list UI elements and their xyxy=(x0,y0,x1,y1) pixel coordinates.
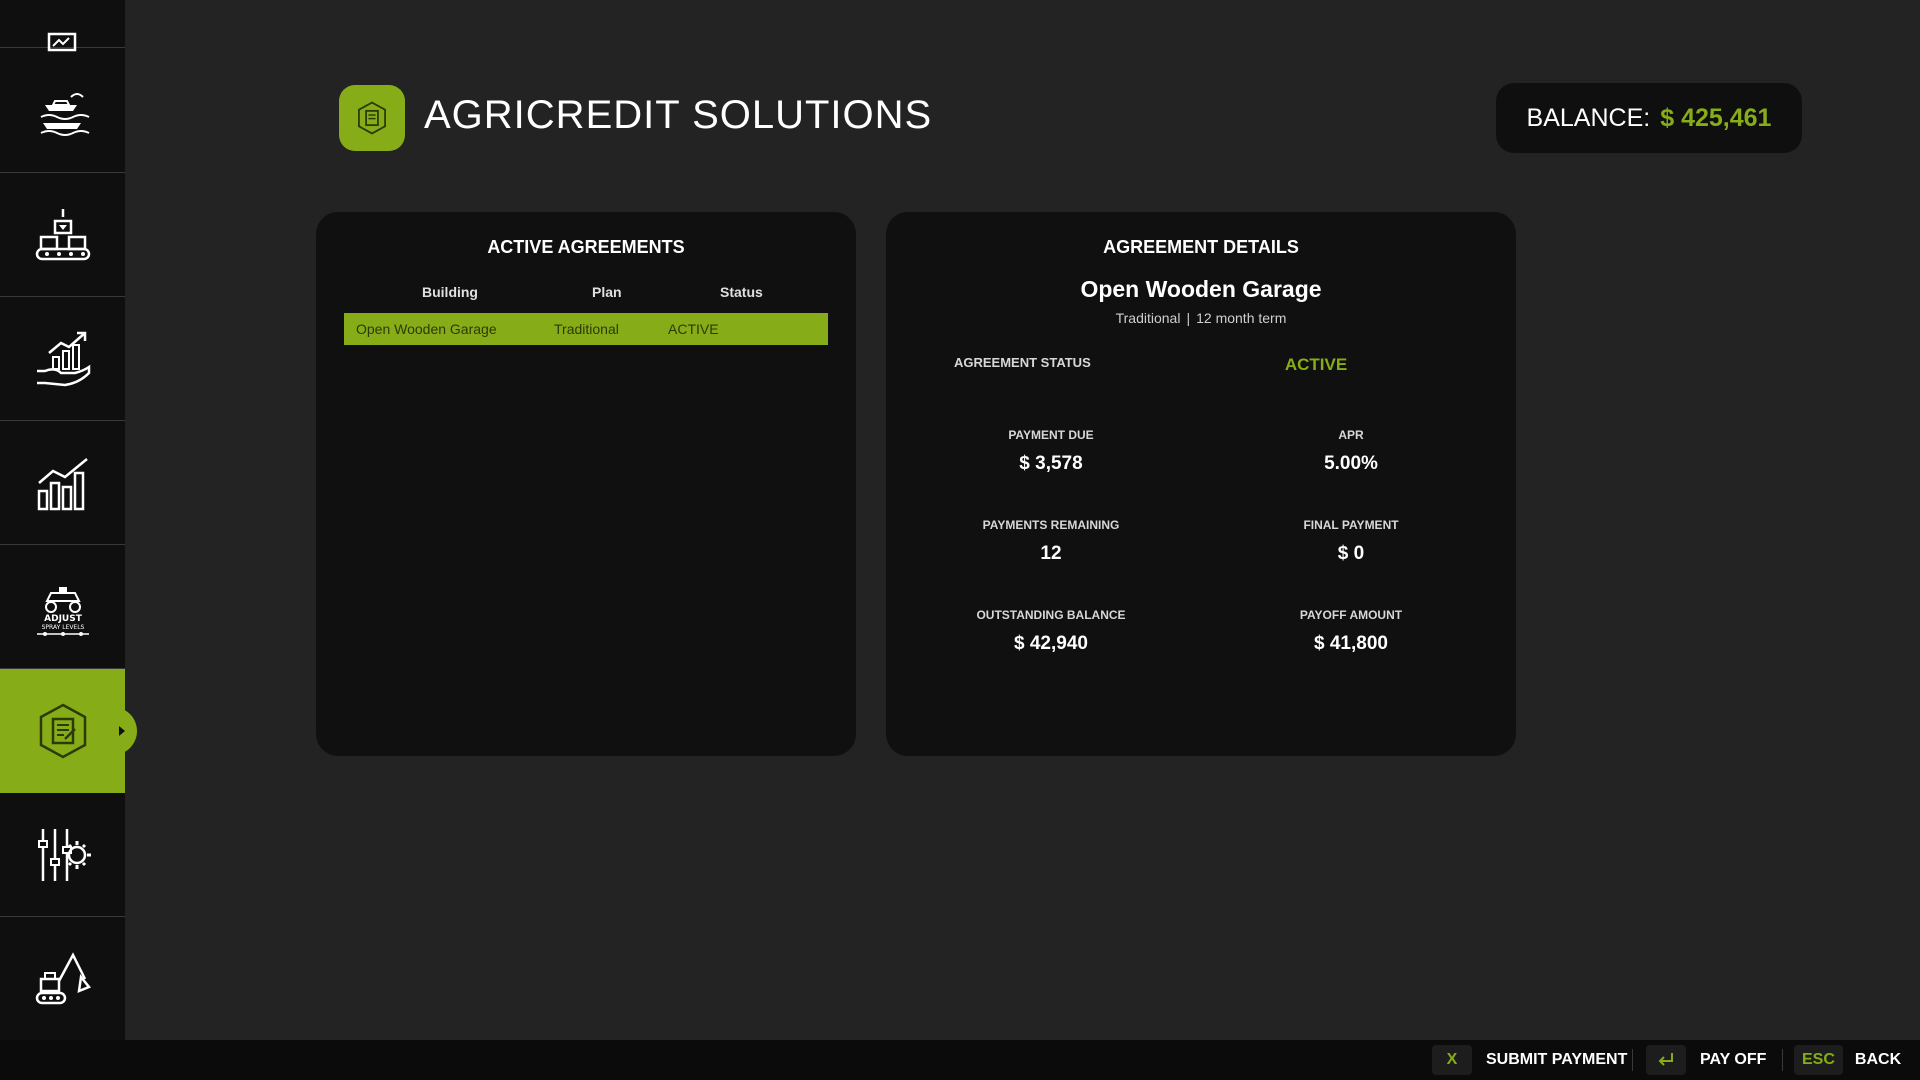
pay-off-key xyxy=(1646,1045,1686,1075)
agreement-logo-icon xyxy=(358,101,386,135)
column-header-building: Building xyxy=(422,284,478,300)
sprayer-caption-spray-levels: SPRAY LEVELS xyxy=(41,624,84,631)
finance-hand-icon xyxy=(36,331,90,386)
settings-sliders-icon xyxy=(37,828,91,881)
apr-label: APR xyxy=(1338,428,1364,442)
sidebar-item-finance[interactable] xyxy=(0,297,125,421)
agreement-plan: Traditional xyxy=(1115,310,1181,326)
payoff-amount-value: $ 41,800 xyxy=(1314,633,1388,654)
final-payment-value: $ 0 xyxy=(1337,543,1365,564)
excavator-icon xyxy=(35,951,91,1004)
agreement-status-label: AGREEMENT STATUS xyxy=(954,355,1091,370)
apr-value: 5.00% xyxy=(1324,453,1378,474)
payment-due-value: $ 3,578 xyxy=(1019,453,1083,474)
footer-divider xyxy=(1782,1049,1783,1071)
payoff-amount-label: PAYOFF AMOUNT xyxy=(1299,608,1403,622)
agreement-details-title: AGREEMENT DETAILS xyxy=(1103,237,1299,257)
column-header-status: Status xyxy=(720,284,763,300)
footer-divider xyxy=(1632,1049,1633,1071)
sidebar-item-agreements[interactable] xyxy=(0,669,137,793)
subtitle-separator: | xyxy=(1186,310,1191,326)
sprayer-icon: ADJUST SPRAY LEVELS xyxy=(36,586,89,636)
balance-display: BALANCE: $ 425,461 xyxy=(1496,83,1802,153)
table-header: Building Plan Status xyxy=(344,284,828,304)
sprayer-caption-adjust: ADJUST xyxy=(44,614,83,624)
active-agreements-title: ACTIVE AGREEMENTS xyxy=(487,237,685,257)
payoff-amount-stat: PAYOFF AMOUNT $ 41,800 xyxy=(1251,608,1451,655)
sidebar-item-boat[interactable] xyxy=(0,49,125,173)
back-button[interactable]: ESC BACK xyxy=(1794,1045,1901,1075)
sidebar-item-map[interactable] xyxy=(0,0,125,51)
app-logo xyxy=(339,85,405,151)
column-header-plan: Plan xyxy=(592,284,622,300)
bar-chart-icon xyxy=(37,457,88,510)
sidebar-item-settings[interactable] xyxy=(0,793,125,917)
balance-label: BALANCE: xyxy=(1526,103,1651,132)
outstanding-balance-stat: OUTSTANDING BALANCE $ 42,940 xyxy=(951,608,1151,655)
active-indicator-arrow xyxy=(113,707,137,755)
payment-due-stat: PAYMENT DUE $ 3,578 xyxy=(951,428,1151,475)
balance-value: $ 425,461 xyxy=(1660,103,1772,132)
submit-payment-label: SUBMIT PAYMENT xyxy=(1486,1051,1628,1068)
active-agreements-panel: ACTIVE AGREEMENTS Building Plan Status O… xyxy=(316,212,856,756)
production-icon xyxy=(35,208,90,260)
agreement-subtitle: Traditional | 12 month term xyxy=(886,310,1516,326)
pay-off-button[interactable]: PAY OFF xyxy=(1646,1045,1766,1075)
sidebar-item-statistics[interactable] xyxy=(0,421,125,545)
cell-building: Open Wooden Garage xyxy=(356,321,497,337)
table-row[interactable]: Open Wooden Garage Traditional ACTIVE xyxy=(344,313,828,345)
footer-action-bar: X SUBMIT PAYMENT PAY OFF ESC BACK xyxy=(0,1040,1920,1080)
back-label: BACK xyxy=(1854,1051,1902,1068)
apr-stat: APR 5.00% xyxy=(1251,428,1451,475)
agreement-name: Open Wooden Garage xyxy=(1080,276,1322,302)
submit-payment-key: X xyxy=(1432,1045,1472,1075)
cell-plan: Traditional xyxy=(554,321,619,337)
payments-remaining-stat: PAYMENTS REMAINING 12 xyxy=(951,518,1151,565)
agreement-icon xyxy=(39,703,86,759)
payments-remaining-label: PAYMENTS REMAINING xyxy=(982,518,1120,532)
sidebar-item-production[interactable] xyxy=(0,173,125,297)
submit-payment-button[interactable]: X SUBMIT PAYMENT xyxy=(1432,1045,1627,1075)
final-payment-stat: FINAL PAYMENT $ 0 xyxy=(1251,518,1451,565)
outstanding-balance-label: OUTSTANDING BALANCE xyxy=(976,608,1126,622)
sidebar-item-construction[interactable] xyxy=(0,917,125,1041)
payment-due-label: PAYMENT DUE xyxy=(1008,428,1094,442)
final-payment-label: FINAL PAYMENT xyxy=(1303,518,1399,532)
boat-icon xyxy=(40,92,89,136)
agreement-term: 12 month term xyxy=(1196,310,1287,326)
back-key: ESC xyxy=(1794,1045,1843,1075)
sidebar: ADJUST SPRAY LEVELS xyxy=(0,0,137,1041)
sidebar-item-spray-levels[interactable]: ADJUST SPRAY LEVELS xyxy=(0,545,125,669)
pay-off-label: PAY OFF xyxy=(1700,1051,1767,1068)
agreement-details-panel: AGREEMENT DETAILS Open Wooden Garage Tra… xyxy=(886,212,1516,756)
enter-icon xyxy=(1658,1053,1673,1066)
outstanding-balance-value: $ 42,940 xyxy=(1014,633,1088,654)
cell-status: ACTIVE xyxy=(668,321,719,337)
page-title: AGRICREDIT SOLUTIONS xyxy=(424,93,933,137)
payments-remaining-value: 12 xyxy=(1040,543,1062,564)
agreement-status-value: ACTIVE xyxy=(1284,355,1348,374)
